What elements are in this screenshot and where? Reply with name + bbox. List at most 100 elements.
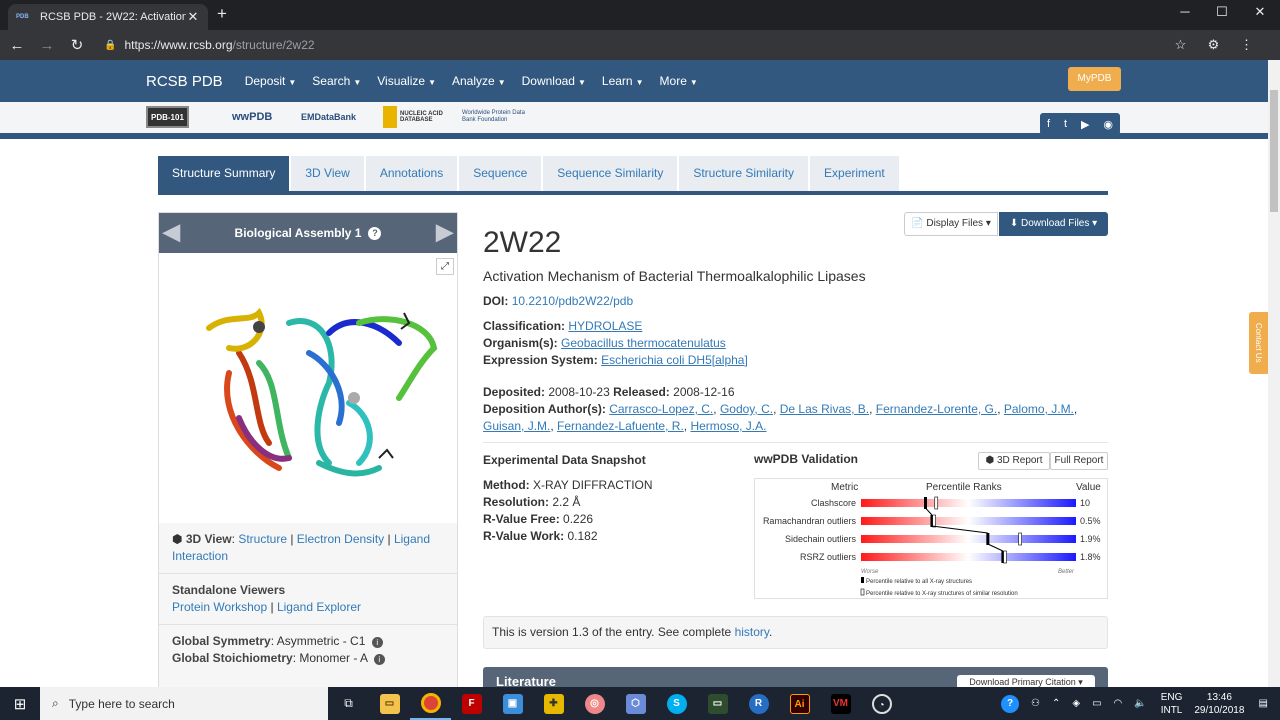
previous-assembly-icon[interactable]: ◀ bbox=[163, 219, 180, 245]
scrollbar-thumb[interactable] bbox=[1270, 90, 1278, 212]
structure-link[interactable]: Structure bbox=[238, 532, 287, 546]
skype-icon[interactable]: S bbox=[656, 687, 697, 720]
language-indicator[interactable]: ENG INTL bbox=[1161, 691, 1183, 717]
menu-analyze[interactable]: Analyze ▼ bbox=[452, 74, 506, 88]
url-field[interactable]: 🔒 https://www.rcsb.org/structure/2w22 bbox=[104, 38, 1164, 52]
nucleic-acid-database-logo[interactable]: NUCLEIC ACID DATABASE bbox=[383, 106, 457, 128]
author-link[interactable]: Godoy, C. bbox=[720, 402, 773, 416]
browser-menu-icon[interactable]: ⋮ bbox=[1230, 37, 1263, 53]
author-link[interactable]: Palomo, J.M. bbox=[1004, 402, 1074, 416]
author-link[interactable]: Fernandez-Lorente, G. bbox=[876, 402, 997, 416]
author-link[interactable]: Carrasco-Lopez, C. bbox=[609, 402, 713, 416]
app-window-icon[interactable]: ▣ bbox=[492, 687, 533, 720]
browser-tab[interactable]: PDB RCSB PDB - 2W22: Activation Me ✕ bbox=[8, 4, 208, 30]
chrome-icon[interactable] bbox=[410, 687, 451, 720]
download-citation-button[interactable]: Download Primary Citation ▾ bbox=[957, 675, 1095, 687]
wwpdb-foundation-logo[interactable]: Worldwide Protein Data Bank Foundation bbox=[459, 106, 543, 128]
new-tab-button[interactable]: + bbox=[217, 4, 227, 24]
rfree-value: 0.226 bbox=[563, 512, 594, 526]
download-files-button[interactable]: ⬇ Download Files ▾ bbox=[999, 212, 1108, 236]
network-app-icon[interactable]: ⬡ bbox=[615, 687, 656, 720]
tab-annotations[interactable]: Annotations bbox=[365, 156, 458, 191]
doi-link[interactable]: 10.2210/pdb2W22/pdb bbox=[512, 294, 633, 308]
author-link[interactable]: Hermoso, J.A. bbox=[690, 419, 766, 433]
ranks-column-header: Percentile Ranks bbox=[926, 482, 1002, 493]
extension-icon[interactable]: ⚙ bbox=[1197, 37, 1230, 53]
vmd-icon[interactable]: VM bbox=[820, 687, 861, 720]
molecule-viewer[interactable]: ⤢ bbox=[159, 253, 457, 523]
info-icon[interactable]: i bbox=[373, 654, 385, 665]
github-icon[interactable]: ◉ bbox=[1103, 118, 1113, 131]
menu-more[interactable]: More ▼ bbox=[660, 74, 698, 88]
task-view-icon[interactable]: ⧉ bbox=[328, 687, 369, 720]
dropbox-icon[interactable]: ◈ bbox=[1072, 698, 1080, 709]
forward-arrow-icon[interactable]: → bbox=[34, 37, 60, 54]
tab-structure-similarity[interactable]: Structure Similarity bbox=[679, 156, 809, 191]
notifications-icon[interactable]: ▤ bbox=[1258, 698, 1267, 709]
menu-deposit[interactable]: Deposit ▼ bbox=[245, 74, 297, 88]
close-tab-icon[interactable]: ✕ bbox=[186, 9, 200, 25]
section-divider bbox=[483, 442, 1108, 443]
menu-download[interactable]: Download ▼ bbox=[522, 74, 586, 88]
author-link[interactable]: Fernandez-Lafuente, R. bbox=[557, 419, 684, 433]
site-brand[interactable]: RCSB PDB bbox=[146, 73, 223, 90]
protein-workshop-link[interactable]: Protein Workshop bbox=[172, 600, 267, 614]
wwpdb-logo[interactable]: wwPDB bbox=[229, 106, 275, 128]
people-icon[interactable]: ⚇ bbox=[1031, 698, 1040, 709]
r-app-icon[interactable]: R bbox=[738, 687, 779, 720]
ligand-explorer-link[interactable]: Ligand Explorer bbox=[277, 600, 361, 614]
circle-app-icon[interactable]: ◔ bbox=[861, 687, 902, 720]
reload-icon[interactable]: ↻ bbox=[64, 36, 90, 54]
organism-link[interactable]: Geobacillus thermocatenulatus bbox=[561, 336, 726, 350]
contact-us-tab[interactable]: Contact Us bbox=[1249, 312, 1268, 374]
full-report-button[interactable]: Full Report bbox=[1050, 452, 1108, 470]
tab-3d-view[interactable]: 3D View bbox=[291, 156, 364, 191]
vertical-scrollbar[interactable] bbox=[1268, 60, 1280, 687]
battery-icon[interactable]: ▭ bbox=[1092, 698, 1101, 709]
electron-density-link[interactable]: Electron Density bbox=[297, 532, 384, 546]
tab-sequence[interactable]: Sequence bbox=[459, 156, 542, 191]
back-arrow-icon[interactable]: ← bbox=[4, 37, 30, 54]
3d-report-button[interactable]: ⬢ 3D Report bbox=[978, 452, 1050, 470]
filezilla-icon[interactable]: F bbox=[451, 687, 492, 720]
classification-link[interactable]: HYDROLASE bbox=[568, 319, 642, 333]
close-window-icon[interactable]: ✕ bbox=[1245, 4, 1275, 20]
pdb101-logo[interactable]: PDB-101 bbox=[146, 106, 189, 128]
author-link[interactable]: Guisan, J.M. bbox=[483, 419, 550, 433]
help-icon[interactable]: ? bbox=[368, 226, 382, 240]
volume-icon[interactable]: 🔈 bbox=[1134, 698, 1146, 709]
maximize-icon[interactable]: ☐ bbox=[1207, 4, 1237, 20]
validation-slider-graphic[interactable]: Metric Percentile Ranks Value Clashscore… bbox=[754, 478, 1108, 599]
taskbar-search-box[interactable]: ⌕ Type here to search bbox=[40, 687, 328, 720]
tab-structure-summary[interactable]: Structure Summary bbox=[158, 156, 290, 191]
tab-sequence-similarity[interactable]: Sequence Similarity bbox=[543, 156, 678, 191]
tab-experiment[interactable]: Experiment bbox=[810, 156, 899, 191]
menu-search[interactable]: Search ▼ bbox=[312, 74, 361, 88]
wifi-icon[interactable]: ◠ bbox=[1114, 698, 1123, 709]
illustrator-icon[interactable]: Ai bbox=[779, 687, 820, 720]
next-assembly-icon[interactable]: ▶ bbox=[436, 219, 453, 245]
youtube-icon[interactable]: ▶ bbox=[1081, 118, 1089, 131]
display-files-button[interactable]: 📄 Display Files ▾ bbox=[904, 212, 998, 236]
menu-learn[interactable]: Learn ▼ bbox=[602, 74, 644, 88]
minimize-icon[interactable]: ─ bbox=[1170, 4, 1200, 19]
file-explorer-icon[interactable]: ▭ bbox=[369, 687, 410, 720]
author-link[interactable]: De Las Rivas, B. bbox=[780, 402, 869, 416]
puzzle-app-icon[interactable]: ✚ bbox=[533, 687, 574, 720]
twitter-icon[interactable]: t bbox=[1064, 118, 1067, 130]
emdatabank-logo[interactable]: EMDataBank bbox=[298, 106, 359, 128]
terminal-icon[interactable]: ▭ bbox=[697, 687, 738, 720]
star-icon[interactable]: ☆ bbox=[1164, 37, 1197, 53]
info-icon[interactable]: i bbox=[371, 637, 383, 648]
expand-icon[interactable]: ⤢ bbox=[436, 258, 454, 275]
windows-start-icon[interactable]: ⊞ bbox=[0, 695, 40, 713]
expression-system-link[interactable]: Escherichia coli DH5[alpha] bbox=[601, 353, 748, 367]
help-tray-icon[interactable]: ? bbox=[1001, 694, 1019, 713]
molecule-app-icon[interactable]: ◎ bbox=[574, 687, 615, 720]
clock[interactable]: 13:46 29/10/2018 bbox=[1194, 691, 1244, 717]
history-link[interactable]: history bbox=[735, 625, 769, 639]
chevron-up-icon[interactable]: ⌃ bbox=[1052, 698, 1060, 709]
mypdb-button[interactable]: MyPDB bbox=[1068, 67, 1121, 91]
menu-visualize[interactable]: Visualize ▼ bbox=[377, 74, 436, 88]
facebook-icon[interactable]: f bbox=[1047, 118, 1050, 130]
